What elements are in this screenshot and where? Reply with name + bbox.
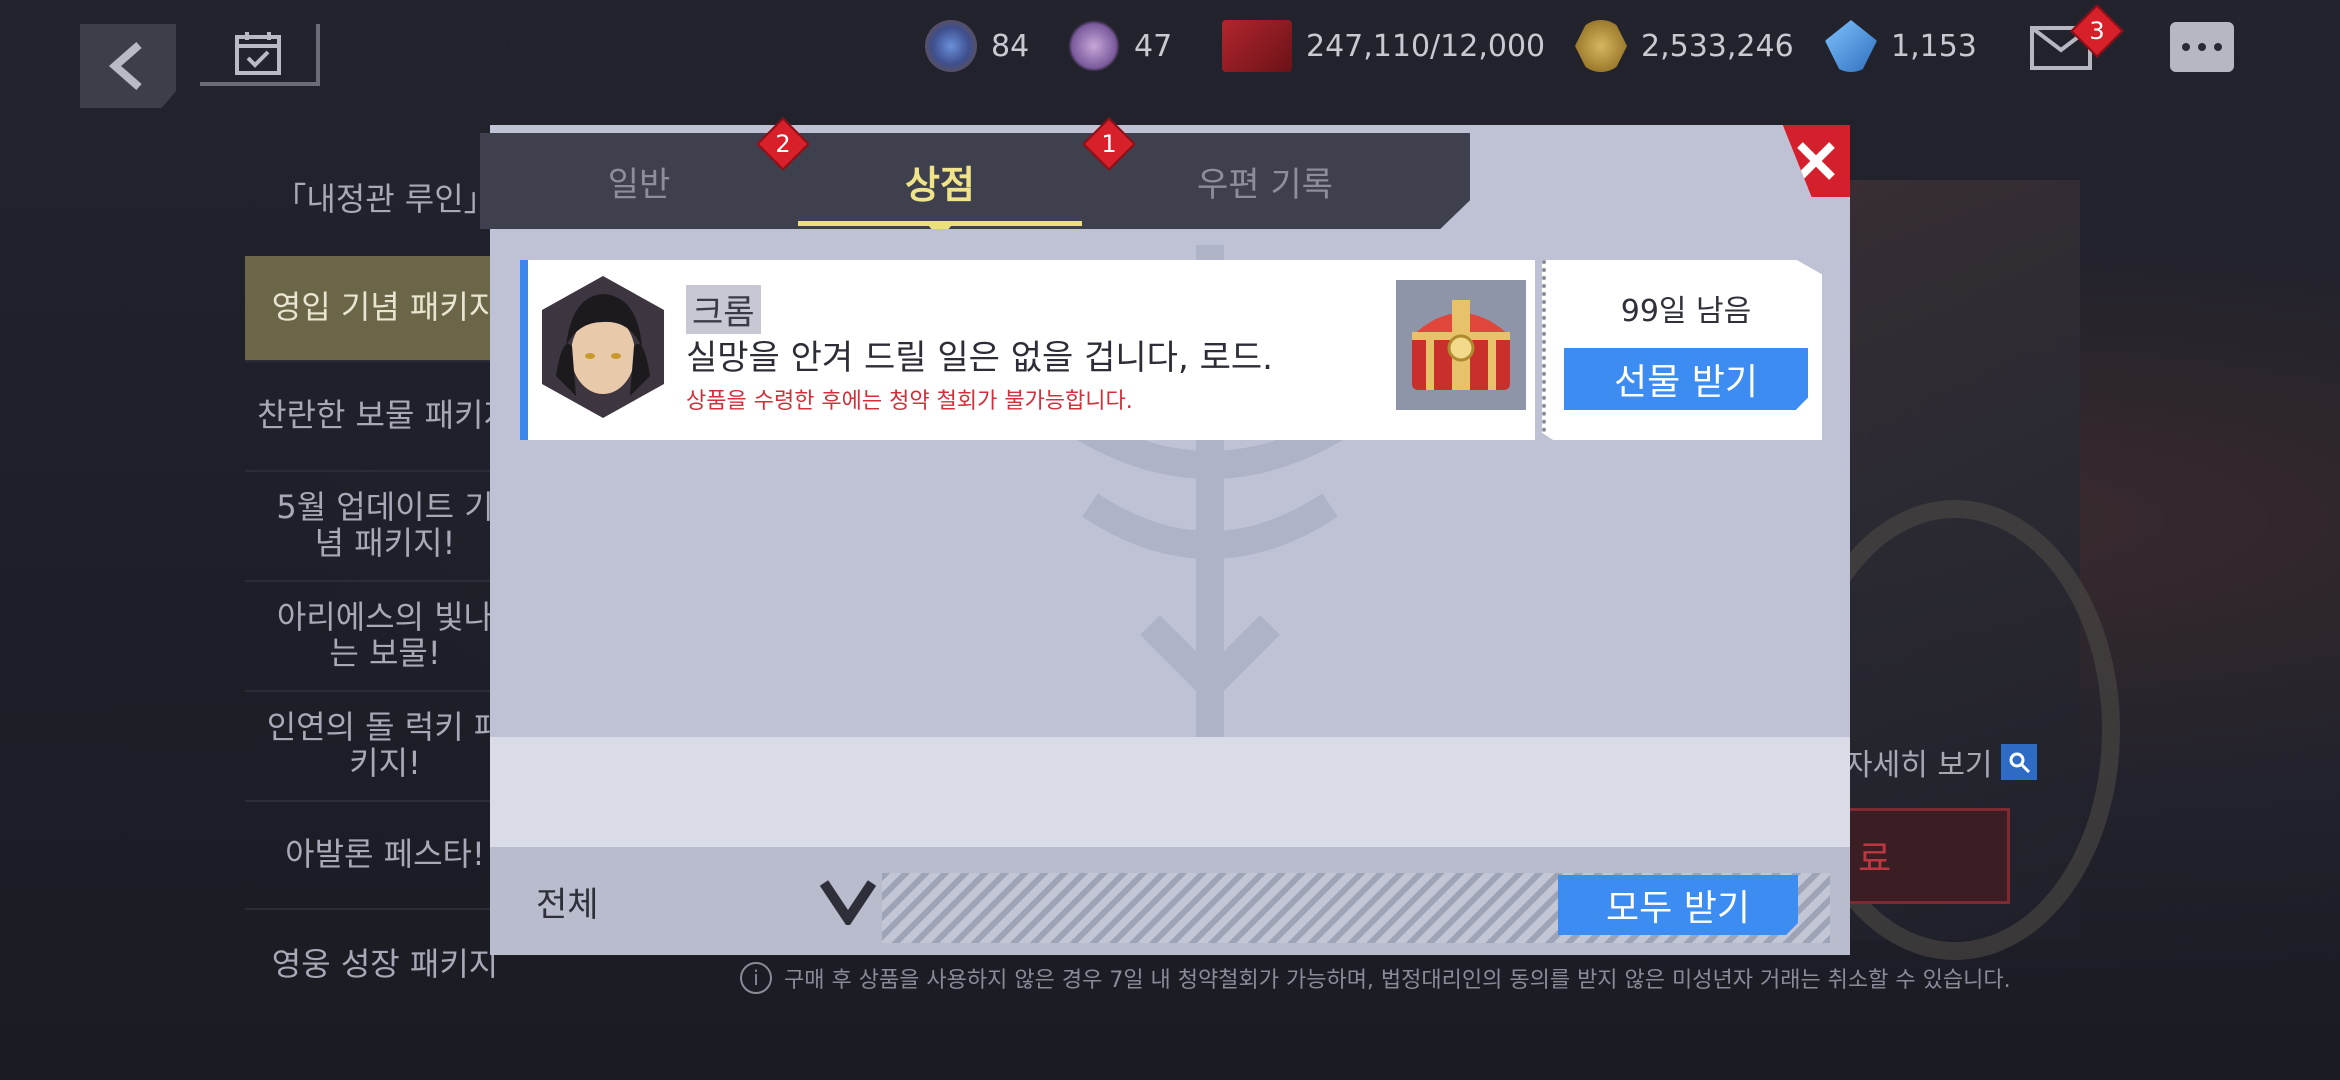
- treasure-chest-icon: [1412, 300, 1510, 390]
- calendar-check-icon: [235, 32, 281, 75]
- sidebar-item-2[interactable]: 찬란한 보물 패키지: [245, 362, 525, 472]
- detail-link[interactable]: 자세히 보기: [1845, 740, 2037, 784]
- currency-feather[interactable]: 47: [1068, 20, 1172, 72]
- mail-button[interactable]: 3: [2030, 4, 2124, 74]
- mail-item: 크롬 실망을 안겨 드릴 일은 없을 겁니다, 로드. 상품을 수령한 후에는 …: [520, 260, 1822, 440]
- filter-label[interactable]: 전체: [536, 877, 599, 926]
- mail-count-text: 3: [2089, 17, 2105, 45]
- currency-crystal-value: 84: [991, 28, 1030, 64]
- feather-quill-icon: [1068, 20, 1120, 72]
- currency-gem[interactable]: 1,153: [1825, 20, 1977, 72]
- currency-gold-value: 2,533,246: [1641, 28, 1794, 64]
- sidebar-item-label: 아발론 페스타!: [285, 835, 485, 874]
- tab-badge-count: 1: [1101, 130, 1117, 158]
- gold-coin-icon: [1575, 20, 1627, 72]
- detail-link-label: 자세히 보기: [1845, 748, 1993, 783]
- currency-gold[interactable]: 2,533,246: [1575, 20, 1794, 72]
- currency-feather-value: 47: [1134, 28, 1173, 64]
- mail-tab-bar: 일반 상점 우편 기록: [480, 133, 1470, 229]
- mail-warning: 상품을 수령한 후에는 청약 철회가 불가능합니다.: [686, 389, 1133, 414]
- sender-avatar: [542, 276, 664, 418]
- sidebar-item-5[interactable]: 인연의 돌 럭키 패키지!: [245, 692, 525, 802]
- sidebar-item-label: 인연의 돌 럭키 패키지!: [266, 708, 504, 782]
- info-icon: i: [740, 962, 772, 994]
- tab-mail-history[interactable]: 우편 기록: [1082, 133, 1448, 229]
- chevron-down-icon[interactable]: [820, 877, 876, 925]
- crystal-orb-icon: [925, 20, 977, 72]
- mail-list-empty-area: [490, 737, 1850, 847]
- sidebar-item-3[interactable]: 5월 업데이트 기념 패키지!: [245, 472, 525, 582]
- mail-sender: 크롬: [686, 285, 761, 334]
- back-arrow-icon: [108, 41, 142, 91]
- purchase-disclaimer: i 구매 후 상품을 사용하지 않은 경우 7일 내 청약철회가 가능하며, 법…: [740, 962, 2011, 994]
- background-purchase-button[interactable]: 료: [1845, 808, 2010, 904]
- mail-message: 실망을 안겨 드릴 일은 없을 겁니다, 로드.: [686, 338, 1273, 378]
- sidebar-item-4[interactable]: 아리에스의 빛나는 보물!: [245, 582, 525, 692]
- tab-badge-count: 2: [775, 130, 791, 158]
- reward-item[interactable]: [1396, 280, 1526, 410]
- mail-item-body: 크롬 실망을 안겨 드릴 일은 없을 겁니다, 로드. 상품을 수령한 후에는 …: [520, 260, 1535, 440]
- sidebar-item-7[interactable]: 영웅 성장 패키지: [245, 910, 525, 1020]
- claim-gift-button[interactable]: 선물 받기: [1564, 348, 1808, 410]
- blue-gem-icon: [1825, 20, 1877, 72]
- tab-label: 상점: [905, 162, 975, 207]
- tab-label: 일반: [607, 164, 671, 205]
- claim-all-label: 모두 받기: [1606, 888, 1750, 929]
- stamina-flag-icon: [1222, 20, 1292, 72]
- tab-shop[interactable]: 상점: [798, 133, 1082, 229]
- sidebar-item-label: 「내정관 루인」: [274, 180, 496, 219]
- back-button[interactable]: [80, 24, 176, 108]
- mail-item-actions: 99일 남음 선물 받기: [1542, 260, 1822, 440]
- chat-bubble-icon[interactable]: [2170, 22, 2234, 72]
- disclaimer-text: 구매 후 상품을 사용하지 않은 경우 7일 내 청약철회가 가능하며, 법정대…: [784, 968, 2011, 993]
- days-left-label: 99일 남음: [1620, 294, 1752, 329]
- sidebar-item-label: 영웅 성장 패키지: [271, 945, 499, 984]
- claim-all-button[interactable]: 모두 받기: [1558, 875, 1798, 935]
- sidebar-item-label: 영입 기념 패키지: [271, 288, 499, 327]
- sidebar-item-label: 아리에스의 빛나는 보물!: [276, 598, 494, 672]
- currency-gem-value: 1,153: [1891, 28, 1977, 64]
- tab-general[interactable]: 일반: [480, 133, 798, 229]
- active-tab-caret-icon: [928, 225, 952, 229]
- search-icon: [2000, 744, 2037, 780]
- sidebar-item-6[interactable]: 아발론 페스타!: [245, 802, 525, 910]
- background-purchase-label: 료: [1858, 839, 1892, 880]
- calendar-button[interactable]: [200, 24, 320, 86]
- currency-stamina[interactable]: 247,110/12,000: [1222, 20, 1545, 72]
- sidebar-item-label: 5월 업데이트 기념 패키지!: [276, 488, 494, 562]
- sidebar-item-1[interactable]: 영입 기념 패키지: [245, 256, 525, 362]
- close-icon: [1797, 142, 1835, 180]
- tab-label: 우편 기록: [1197, 164, 1333, 205]
- mailbox-modal: 일반 상점 우편 기록 2 1 크롬 실망을 안겨 드릴 일은 없을 겁니다, …: [480, 117, 1850, 955]
- currency-crystal[interactable]: 84: [925, 20, 1029, 72]
- close-button[interactable]: [1782, 125, 1850, 197]
- currency-stamina-value: 247,110/12,000: [1306, 28, 1546, 64]
- mail-footer: 전체 모두 받기: [490, 847, 1850, 955]
- sidebar-item-label: 찬란한 보물 패키지: [257, 396, 513, 435]
- claim-gift-label: 선물 받기: [1614, 362, 1758, 403]
